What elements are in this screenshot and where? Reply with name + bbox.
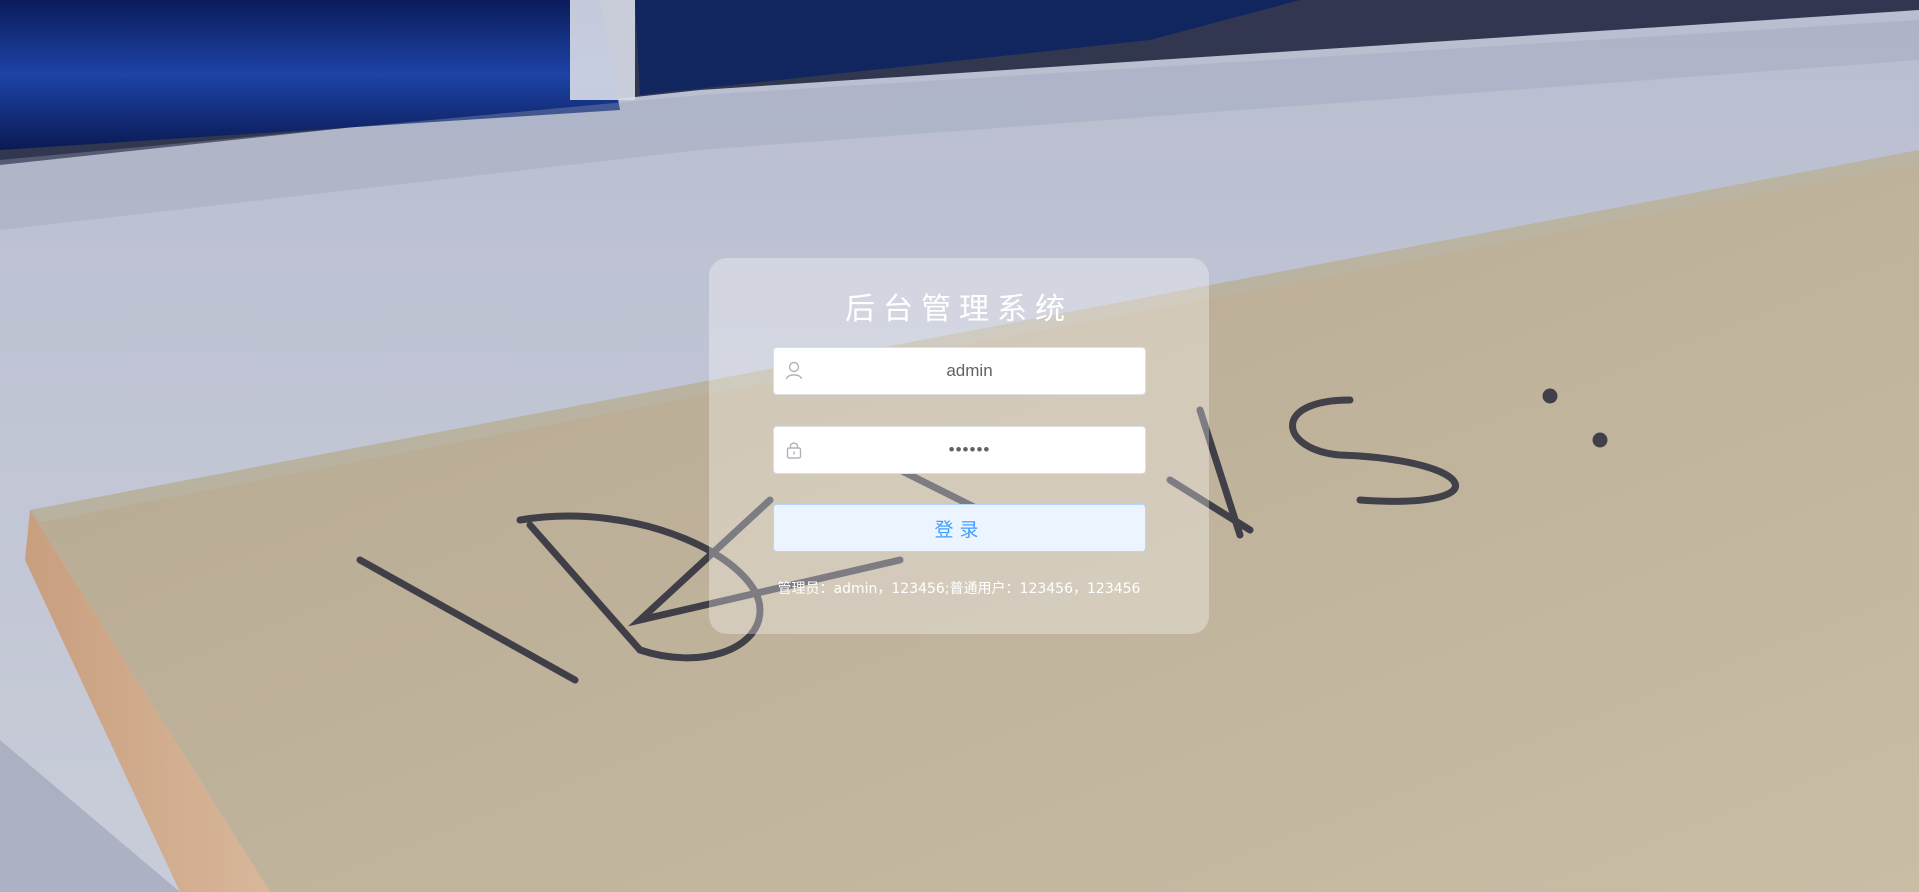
login-card: 后台管理系统 登录 管理员：admin，123456;普通用户：123456，1… — [709, 258, 1209, 634]
credentials-hint: 管理员：admin，123456;普通用户：123456，123456 — [777, 581, 1141, 597]
password-input[interactable] — [774, 427, 1145, 473]
password-field[interactable] — [773, 426, 1146, 474]
page-title: 后台管理系统 — [845, 292, 1073, 327]
username-input[interactable] — [774, 348, 1145, 394]
login-button[interactable]: 登录 — [773, 504, 1146, 552]
username-field[interactable] — [773, 347, 1146, 395]
